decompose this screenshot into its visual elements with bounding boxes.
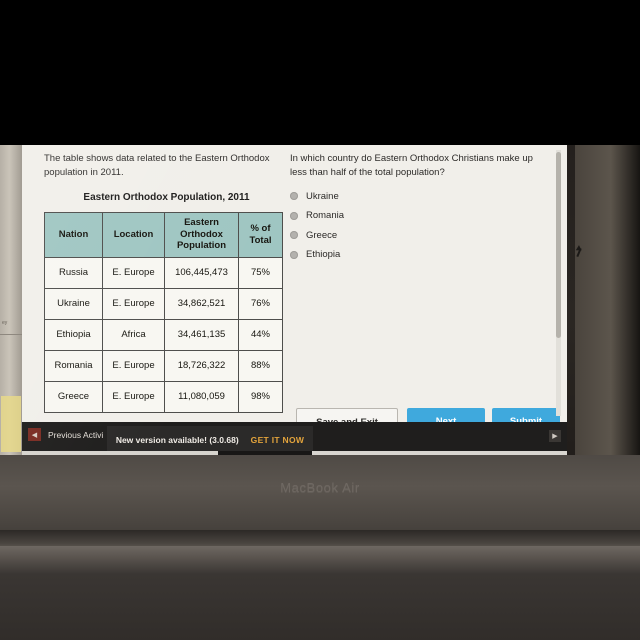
cell-percent: 88% [238,349,283,382]
radio-icon[interactable] [290,211,298,220]
answer-options: Ukraine Romania Greece Ethiopia [290,191,540,260]
sticky-note [1,396,21,452]
table-row: Russia E. Europe 106,445,473 75% [44,256,283,289]
cell-location: E. Europe [102,349,165,382]
arrow-right-icon[interactable]: ▶ [549,430,561,442]
option-label: Greece [306,229,338,241]
th-percent: % of Total [238,211,283,258]
cell-percent: 75% [238,256,283,289]
cell-nation: Russia [44,256,103,289]
radio-icon[interactable] [290,231,298,240]
paper-text: ey [2,320,8,326]
photo-of-laptop-screenshot: ey The table shows data related to the E… [0,0,640,640]
cell-location: E. Europe [102,287,165,320]
cell-population: 106,445,473 [164,256,239,289]
table-header-row: Nation Location Eastern Orthodox Populat… [44,211,283,258]
browser-page: The table shows data related to the East… [22,144,567,436]
population-table: Nation Location Eastern Orthodox Populat… [44,211,283,413]
option-greece[interactable]: Greece [290,230,540,241]
table-row: Ukraine E. Europe 34,862,521 76% [44,287,283,320]
radio-icon[interactable] [290,192,298,201]
laptop-model-label: MacBook Air [280,480,360,495]
cell-population: 34,862,521 [164,287,239,320]
cell-nation: Ethiopia [44,318,103,351]
cell-population: 34,461,135 [164,318,239,351]
toast-message: New version available! (3.0.68) [115,434,239,445]
cell-location: E. Europe [102,256,165,289]
table-row: Ethiopia Africa 34,461,135 44% [44,318,283,351]
keyboard-deck: ❐F3▒F4⌨F5☀F6◀◀F7▶‖F8▶▶F9◂F10◂)F11◂))F12⏻… [0,546,640,640]
page-scrollbar-thumb[interactable] [556,152,561,338]
cell-population: 18,726,322 [164,349,239,382]
laptop-right-bezel [575,138,640,468]
option-ethiopia[interactable]: Ethiopia [290,249,540,260]
option-label: Ukraine [306,190,339,202]
question-column: In which country do Eastern Orthodox Chr… [290,152,540,269]
previous-activity-label: Previous Activi [48,429,104,440]
passage-text: The table shows data related to the East… [44,153,270,178]
cell-percent: 44% [238,318,283,351]
radio-icon[interactable] [290,250,298,259]
table-row: Romania E. Europe 18,726,322 88% [44,349,283,382]
cell-nation: Romania [44,349,103,382]
laptop-screen: The table shows data related to the East… [22,144,567,464]
get-it-now-link[interactable]: GET IT NOW [251,435,305,445]
th-population: Eastern Orthodox Population [164,211,239,258]
cell-percent: 76% [238,287,283,320]
option-label: Romania [306,210,345,222]
question-text: In which country do Eastern Orthodox Chr… [290,153,533,178]
previous-activity-button[interactable]: ◀ Previous Activi [28,428,103,441]
letterbox-top [0,0,640,145]
th-location: Location [102,211,165,258]
cell-nation: Ukraine [44,287,103,320]
option-label: Ethiopia [306,249,341,261]
desk-left-edge: ey [0,144,24,466]
table-title: Eastern Orthodox Population, 2011 [83,191,250,203]
option-ukraine[interactable]: Ukraine [290,191,540,202]
option-romania[interactable]: Romania [290,210,540,221]
arrow-left-icon: ◀ [28,428,41,441]
cell-location: Africa [102,318,165,351]
th-nation: Nation [44,211,103,258]
passage-column: The table shows data related to the East… [44,152,289,413]
paper-line [0,334,22,335]
update-notification-toast: New version available! (3.0.68) GET IT N… [107,426,313,453]
